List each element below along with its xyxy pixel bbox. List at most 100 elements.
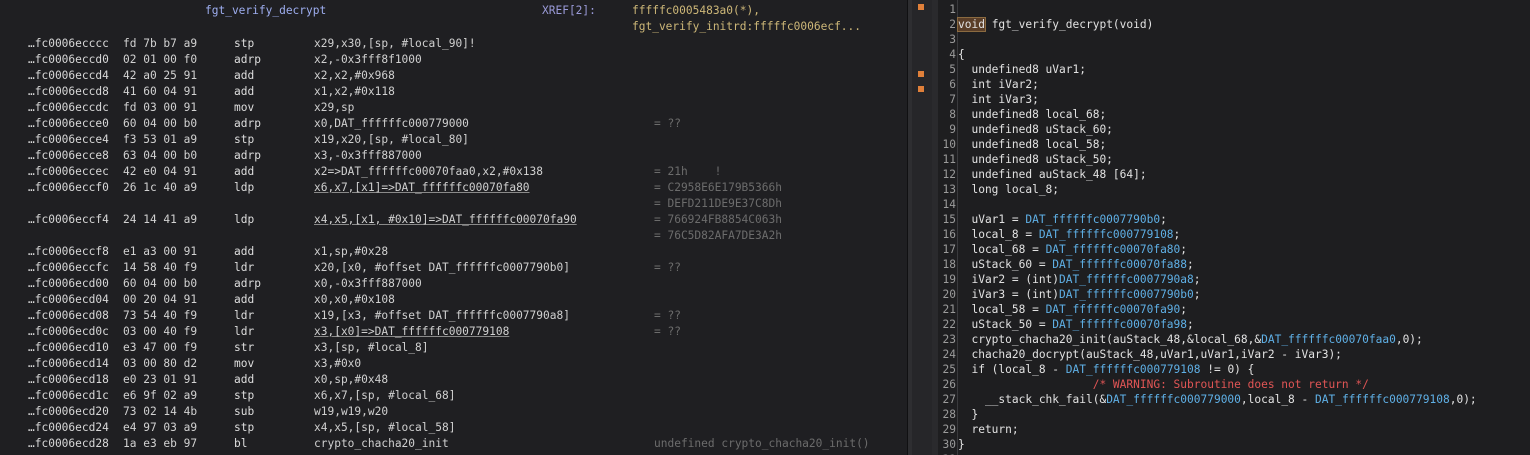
code-text[interactable]: { [958,47,965,62]
decompiler-line[interactable]: 4{ [938,47,1530,62]
code-text[interactable]: undefined auStack_48 [64]; [958,167,1146,182]
code-text[interactable]: undefined8 uStack_60; [958,122,1112,137]
decompiler-line[interactable]: 30} [938,437,1530,452]
listing-row[interactable]: …fc0006ecd04 00 20 04 91 add x0,x0,#0x108 [0,292,907,307]
instruction-operands[interactable]: x29,x30,[sp, #local_90]! [314,36,476,51]
listing-row[interactable]: …fc0006eccf8 e1 a3 00 91 add x1,sp,#0x28 [0,244,907,259]
code-text[interactable]: __stack_chk_fail(&DAT_ffffffc000779000,l… [958,392,1477,407]
decompiler-line[interactable]: 26 /* WARNING: Subroutine does not retur… [938,377,1530,392]
listing-row[interactable]: …fc0006eccf4 24 14 41 a9 ldp x4,x5,[x1, #0x… [0,212,907,227]
decompiler-line[interactable]: 9 undefined8 uStack_60; [938,122,1530,137]
code-text[interactable]: iVar3 = (int)DAT_ffffffc0007790b0; [958,287,1200,302]
code-text[interactable]: local_68 = DAT_ffffffc00070fa80; [958,242,1187,257]
decompiler-line[interactable]: 27 __stack_chk_fail(&DAT_ffffffc00077900… [938,392,1530,407]
decompiler-line[interactable]: 11 undefined8 uStack_50; [938,152,1530,167]
instruction-operands[interactable]: w19,w19,w20 [314,404,388,419]
listing-row[interactable]: = 76C5D82AFA7DE3A2h [0,228,907,243]
instruction-operands[interactable]: x3,[x0]=>DAT_ffffffc000779108 [314,324,509,339]
code-text[interactable]: int iVar2; [958,77,1038,92]
instruction-operands[interactable]: x4,x5,[x1, #0x10]=>DAT_ffffffc00070fa90 [314,212,577,227]
code-text[interactable]: long local_8; [958,182,1059,197]
decompiler-line[interactable]: 8 undefined8 local_68; [938,107,1530,122]
xref-entry-1[interactable]: fffffc0005483a0(*), [632,3,760,18]
decompiler-line[interactable]: 1 [938,2,1530,17]
code-text[interactable]: undefined8 uVar1; [958,62,1086,77]
overview-margin[interactable] [912,0,932,455]
code-text[interactable]: undefined8 local_68; [958,107,1106,122]
decompiler-line[interactable]: 14 [938,197,1530,212]
listing-row[interactable]: …fc0006ecce4 f3 53 01 a9 stp x19,x20,[sp, #… [0,132,907,147]
instruction-operands[interactable]: x4,x5,[sp, #local_58] [314,420,455,435]
decompiler-line[interactable]: 18 uStack_60 = DAT_ffffffc00070fa88; [938,257,1530,272]
listing-row[interactable]: …fc0006ecd1c e6 9f 02 a9 stp x6,x7,[sp, #lo… [0,388,907,403]
instruction-operands[interactable]: x0,DAT_ffffffc000779000 [314,116,469,131]
code-text[interactable]: return; [958,422,1018,437]
decompiler-line[interactable]: 16 local_8 = DAT_ffffffc000779108; [938,227,1530,242]
decompiler-line[interactable]: 5 undefined8 uVar1; [938,62,1530,77]
code-text[interactable]: } [958,437,965,452]
decompiler-line[interactable]: 13 long local_8; [938,182,1530,197]
instruction-operands[interactable]: x2,-0x3fff8f1000 [314,52,422,67]
instruction-operands[interactable]: x0,-0x3fff887000 [314,276,422,291]
code-text[interactable]: if (local_8 - DAT_ffffffc000779108 != 0)… [958,362,1254,377]
code-text[interactable]: uStack_50 = DAT_ffffffc00070fa98; [958,317,1193,332]
decompiler-line[interactable]: 10 undefined8 local_58; [938,137,1530,152]
decompiler-line[interactable]: 15 uVar1 = DAT_ffffffc0007790b0; [938,212,1530,227]
code-text[interactable]: void fgt_verify_decrypt(void) [957,17,1153,32]
listing-row[interactable]: …fc0006ecce0 60 04 00 b0 adrp x0,DAT_ffffff… [0,116,907,131]
decompiler-line[interactable]: 12 undefined auStack_48 [64]; [938,167,1530,182]
instruction-operands[interactable]: x2=>DAT_ffffffc00070faa0,x2,#0x138 [314,164,543,179]
instruction-operands[interactable]: x0,sp,#0x48 [314,372,388,387]
overview-marker[interactable] [918,4,924,10]
listing-row[interactable]: …fc0006eccec 42 e0 04 91 add x2=>DAT_ffffff… [0,164,907,179]
code-text[interactable]: local_8 = DAT_ffffffc000779108; [958,227,1180,242]
xref-entry-2[interactable]: fgt_verify_initrd:fffffc0006ecf... [632,19,861,34]
instruction-operands[interactable]: crypto_chacha20_init [314,436,449,451]
listing-row[interactable]: …fc0006ecd00 60 04 00 b0 adrp x0,-0x3fff887… [0,276,907,291]
decompiler-line[interactable]: 6 int iVar2; [938,77,1530,92]
instruction-operands[interactable]: x20,[x0, #offset DAT_ffffffc0007790b0] [314,260,570,275]
decompiler-line[interactable]: 22 uStack_50 = DAT_ffffffc00070fa98; [938,317,1530,332]
listing-row[interactable]: …fc0006eccd4 42 a0 25 91 add x2,x2,#0x968 [0,68,907,83]
code-text[interactable]: local_58 = DAT_ffffffc00070fa90; [958,302,1187,317]
decompiler-line[interactable]: 23 crypto_chacha20_init(auStack_48,&loca… [938,332,1530,347]
function-name-label[interactable]: fgt_verify_decrypt [205,3,326,18]
code-text[interactable]: uVar1 = DAT_ffffffc0007790b0; [958,212,1166,227]
instruction-operands[interactable]: x0,x0,#0x108 [314,292,395,307]
listing-row[interactable]: = DEFD211DE9E37C8Dh [0,196,907,211]
instruction-operands[interactable]: x29,sp [314,100,354,115]
listing-row[interactable]: …fc0006eccd8 41 60 04 91 add x1,x2,#0x118 [0,84,907,99]
listing-row[interactable]: …fc0006ecd0c 03 00 40 f9 ldr x3,[x0]=>DAT_f… [0,324,907,339]
decompiler-pane[interactable]: 1 2 void fgt_verify_decrypt(void) 3 4{5 unde… [938,0,1530,455]
decompiler-line[interactable]: 29 return; [938,422,1530,437]
instruction-operands[interactable]: x3,[sp, #local_8] [314,340,429,355]
listing-row[interactable]: …fc0006ecccc fd 7b b7 a9 stp x29,x30,[sp, #… [0,36,907,51]
decompiler-line[interactable]: 20 iVar3 = (int)DAT_ffffffc0007790b0; [938,287,1530,302]
instruction-operands[interactable]: x2,x2,#0x968 [314,68,395,83]
listing-row[interactable]: …fc0006eccdc fd 03 00 91 mov x29,sp [0,100,907,115]
decompiler-line[interactable]: 2 void fgt_verify_decrypt(void) [938,17,1530,32]
overview-marker[interactable] [918,86,924,92]
listing-row[interactable]: …fc0006ecce8 63 04 00 b0 adrp x3,-0x3fff887… [0,148,907,163]
code-text[interactable]: undefined8 uStack_50; [958,152,1112,167]
decompiler-line[interactable]: 28 } [938,407,1530,422]
instruction-operands[interactable]: x6,x7,[x1]=>DAT_ffffffc00070fa80 [314,180,530,195]
decompiler-line[interactable]: 21 local_58 = DAT_ffffffc00070fa90; [938,302,1530,317]
instruction-operands[interactable]: x1,x2,#0x118 [314,84,395,99]
listing-row[interactable]: …fc0006ecd28 1a e3 eb 97 bl crypto_chacha20… [0,436,907,451]
listing-row[interactable]: …fc0006ecd14 03 00 80 d2 mov x3,#0x0 [0,356,907,371]
listing-row[interactable]: …fc0006eccf0 26 1c 40 a9 ldp x6,x7,[x1]=>DA… [0,180,907,195]
code-text[interactable]: uStack_60 = DAT_ffffffc00070fa88; [958,257,1193,272]
listing-row[interactable]: …fc0006eccfc 14 58 40 f9 ldr x20,[x0, #offs… [0,260,907,275]
listing-row[interactable]: …fc0006ecd18 e0 23 01 91 add x0,sp,#0x48 [0,372,907,387]
code-text[interactable]: } [958,407,978,422]
code-text[interactable]: crypto_chacha20_init(auStack_48,&local_6… [958,332,1422,347]
code-text[interactable]: iVar2 = (int)DAT_ffffffc0007790a8; [958,272,1200,287]
listing-row[interactable]: …fc0006ecd10 e3 47 00 f9 str x3,[sp, #local… [0,340,907,355]
instruction-operands[interactable]: x3,-0x3fff887000 [314,148,422,163]
listing-row[interactable]: …fc0006eccd0 02 01 00 f0 adrp x2,-0x3fff8f1… [0,52,907,67]
listing-row[interactable]: …fc0006ecd20 73 02 14 4b sub w19,w19,w20 [0,404,907,419]
listing-pane[interactable]: fgt_verify_decrypt XREF[2]: fffffc000548… [0,0,907,455]
decompiler-line[interactable]: 19 iVar2 = (int)DAT_ffffffc0007790a8; [938,272,1530,287]
instruction-operands[interactable]: x19,x20,[sp, #local_80] [314,132,469,147]
